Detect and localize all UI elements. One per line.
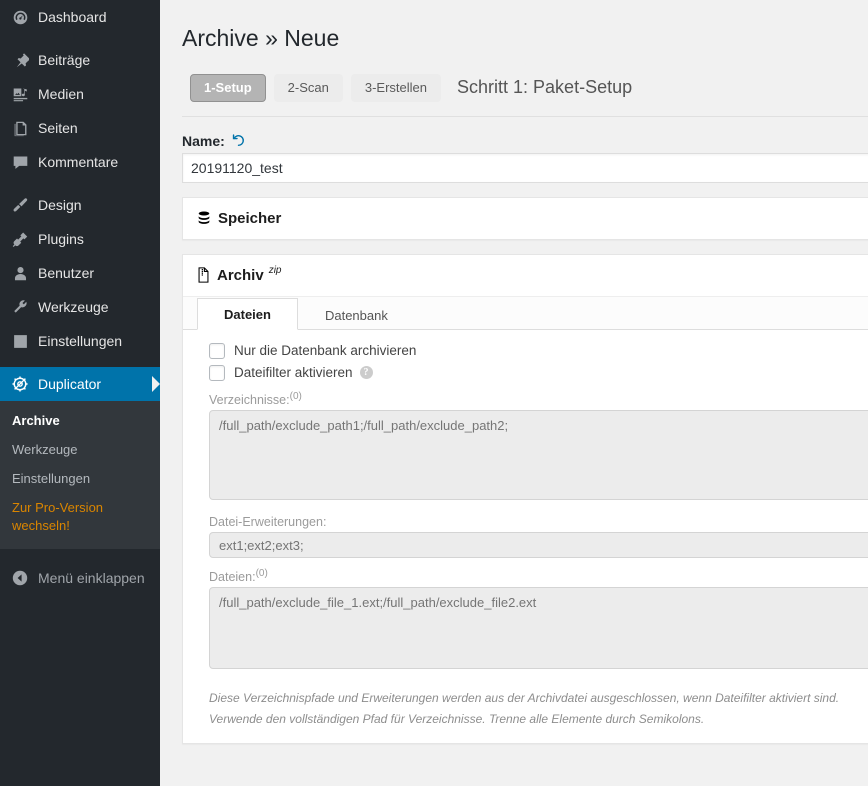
sidebar-item-label: Einstellungen bbox=[38, 333, 123, 349]
database-icon bbox=[197, 211, 211, 226]
media-icon bbox=[10, 84, 30, 104]
storage-panel-header[interactable]: Speicher bbox=[183, 198, 868, 239]
submenu-item-settings[interactable]: Einstellungen bbox=[0, 465, 160, 494]
sidebar-item-label: Design bbox=[38, 197, 82, 213]
sidebar-item-label: Werkzeuge bbox=[38, 299, 109, 315]
sidebar-item-label: Dashboard bbox=[38, 9, 107, 25]
sidebar-item-label: Plugins bbox=[38, 231, 84, 247]
current-step-title: Schritt 1: Paket-Setup bbox=[457, 77, 633, 98]
brush-icon bbox=[10, 195, 30, 215]
sidebar-item-label: Benutzer bbox=[38, 265, 95, 281]
submenu-item-tools[interactable]: Werkzeuge bbox=[0, 436, 160, 465]
footnote-line-1: Diese Verzeichnispfade und Erweiterungen… bbox=[209, 691, 840, 706]
package-name-label: Name: bbox=[182, 132, 225, 149]
directories-count: (0) bbox=[289, 390, 302, 402]
menu-separator bbox=[0, 34, 160, 43]
footnote-line-2: Verwende den vollständigen Pfad für Verz… bbox=[209, 711, 705, 726]
submenu-item-archive[interactable]: Archive bbox=[0, 407, 160, 436]
duplicator-submenu: Archive Werkzeuge Einstellungen Zur Pro-… bbox=[0, 401, 160, 550]
directories-label-text: Verzeichnisse: bbox=[209, 393, 290, 408]
directories-textarea[interactable] bbox=[209, 410, 868, 501]
step-button-setup[interactable]: 1-Setup bbox=[190, 73, 266, 102]
storage-panel-title: Speicher bbox=[218, 209, 282, 227]
archive-panel: Archiv zip Dateien Datenbank Nur die Dat… bbox=[182, 253, 868, 744]
dashboard-icon bbox=[10, 7, 30, 27]
collapse-menu-button[interactable]: Menü einklappen bbox=[0, 561, 160, 595]
sidebar-item-settings[interactable]: Einstellungen bbox=[0, 324, 160, 358]
sidebar-item-label: Duplicator bbox=[38, 376, 102, 392]
sidebar-item-label: Seiten bbox=[38, 120, 78, 136]
sidebar-item-posts[interactable]: Beiträge bbox=[0, 43, 160, 77]
tab-datenbank[interactable]: Datenbank bbox=[298, 299, 415, 330]
sidebar-item-comments[interactable]: Kommentare bbox=[0, 145, 160, 179]
header-divider bbox=[182, 115, 868, 117]
extensions-input[interactable] bbox=[209, 532, 868, 559]
submenu-item-upgrade-pro[interactable]: Zur Pro-Version wechseln! bbox=[0, 494, 110, 542]
sidebar-item-duplicator[interactable]: Duplicator bbox=[0, 367, 160, 401]
checkbox-enable-filters[interactable] bbox=[209, 364, 225, 381]
package-name-input[interactable] bbox=[182, 152, 868, 183]
files-label-text: Dateien: bbox=[209, 570, 256, 585]
sidebar-item-appearance[interactable]: Design bbox=[0, 188, 160, 222]
refresh-arrow-icon[interactable] bbox=[231, 133, 246, 148]
storage-panel: Speicher bbox=[182, 196, 868, 240]
package-name-block: Name: bbox=[182, 133, 868, 183]
sidebar-item-plugins[interactable]: Plugins bbox=[0, 222, 160, 256]
sidebar-item-label: Medien bbox=[38, 86, 84, 102]
menu-separator bbox=[0, 179, 160, 188]
pages-icon bbox=[10, 118, 30, 138]
sidebar-item-label: Kommentare bbox=[38, 154, 119, 170]
files-count: (0) bbox=[255, 568, 268, 580]
plug-icon bbox=[10, 229, 30, 249]
files-textarea[interactable] bbox=[209, 587, 868, 670]
package-name-label-row: Name: bbox=[182, 133, 868, 149]
sidebar-item-dashboard[interactable]: Dashboard bbox=[0, 0, 160, 34]
checkbox-database-only-label: Nur die Datenbank archivieren bbox=[234, 343, 417, 359]
tab-panel-dateien: Nur die Datenbank archivieren Dateifilte… bbox=[183, 330, 868, 729]
tab-dateien[interactable]: Dateien bbox=[197, 297, 298, 330]
directories-field-label: Verzeichnisse:(0) bbox=[209, 391, 868, 407]
main-content-area: Archive » Neue 1-Setup 2-Scan 3-Erstelle… bbox=[160, 0, 868, 786]
wizard-steps: 1-Setup 2-Scan 3-Erstellen Schritt 1: Pa… bbox=[190, 73, 868, 102]
sidebar-item-users[interactable]: Benutzer bbox=[0, 256, 160, 290]
help-icon[interactable]: ? bbox=[359, 366, 373, 380]
admin-sidebar: Dashboard Beiträge Medien Seiten Komment… bbox=[0, 0, 160, 786]
step-button-scan[interactable]: 2-Scan bbox=[273, 73, 343, 102]
settings-icon bbox=[10, 331, 30, 351]
sidebar-item-label: Beiträge bbox=[38, 52, 91, 68]
files-field-label: Dateien:(0) bbox=[209, 568, 868, 584]
menu-separator bbox=[0, 358, 160, 367]
file-zip-icon bbox=[197, 267, 210, 284]
duplicator-gear-icon bbox=[10, 374, 30, 394]
archive-tabs: Dateien Datenbank bbox=[183, 296, 868, 330]
sidebar-item-media[interactable]: Medien bbox=[0, 77, 160, 111]
archive-panel-title: Archiv bbox=[217, 266, 264, 284]
archive-format-label: zip bbox=[268, 264, 282, 276]
comment-icon bbox=[10, 152, 30, 172]
archive-footnote: Diese Verzeichnispfade und Erweiterungen… bbox=[209, 688, 868, 729]
collapse-arrow-icon bbox=[10, 568, 30, 588]
checkbox-row-enable-filters[interactable]: Dateifilter aktivieren ? bbox=[209, 364, 868, 381]
checkbox-row-database-only[interactable]: Nur die Datenbank archivieren bbox=[209, 342, 868, 359]
archive-panel-body: Dateien Datenbank Nur die Datenbank arch… bbox=[183, 295, 868, 743]
page-title: Archive » Neue bbox=[182, 25, 340, 51]
step-button-build[interactable]: 3-Erstellen bbox=[350, 73, 442, 102]
checkbox-database-only[interactable] bbox=[209, 342, 225, 359]
collapse-menu-label: Menü einklappen bbox=[38, 570, 145, 587]
checkbox-enable-filters-label: Dateifilter aktivieren bbox=[234, 365, 353, 381]
page-bottom-spacer bbox=[182, 757, 868, 786]
user-icon bbox=[10, 263, 30, 283]
sidebar-item-pages[interactable]: Seiten bbox=[0, 111, 160, 145]
extensions-field-label: Datei-Erweiterungen: bbox=[209, 515, 327, 530]
pin-icon bbox=[10, 50, 30, 70]
archive-panel-header[interactable]: Archiv zip bbox=[183, 255, 868, 296]
sidebar-item-tools[interactable]: Werkzeuge bbox=[0, 290, 160, 324]
wrench-icon bbox=[10, 297, 30, 317]
